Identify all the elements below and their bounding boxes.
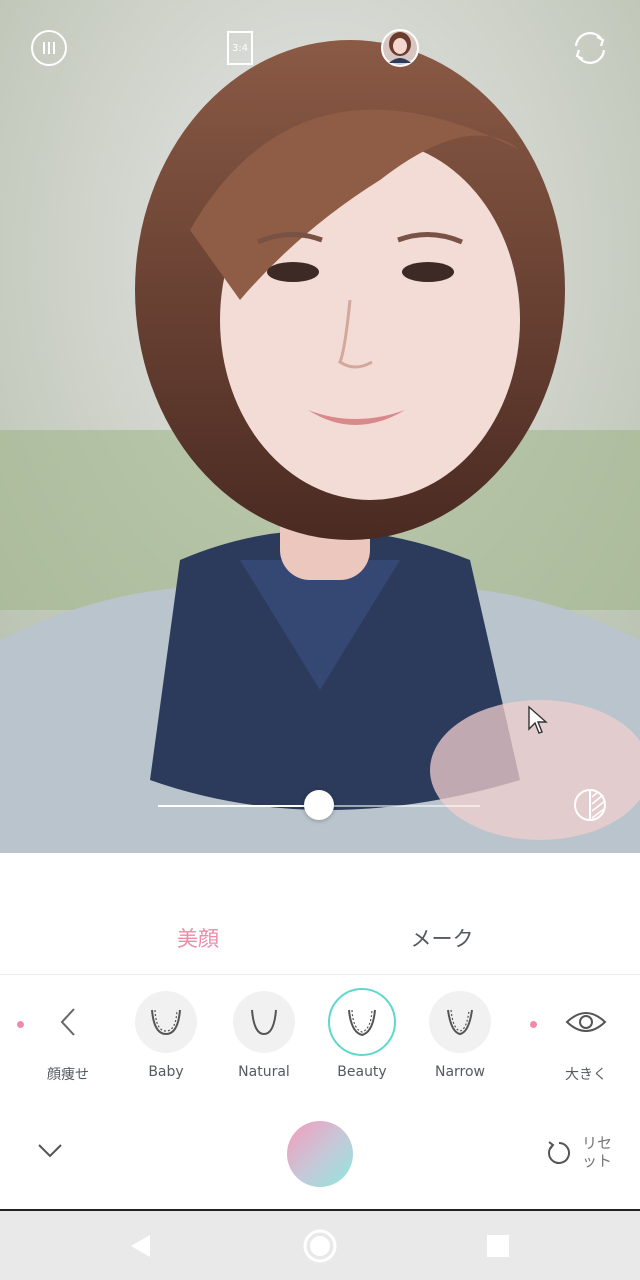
face-option-beauty-label: Beauty	[337, 1064, 387, 1080]
profile-button[interactable]	[380, 28, 420, 68]
aspect-ratio-icon: 3:4	[227, 31, 253, 65]
face-shape-baby-icon	[151, 1009, 181, 1036]
face-option-narrow-label: Narrow	[434, 1064, 486, 1080]
face-shape-natural-icon	[251, 1009, 277, 1036]
aspect-ratio-label: 3:4	[231, 42, 249, 54]
back-icon[interactable]	[128, 1233, 154, 1259]
face-option-beauty[interactable]: Beauty	[320, 988, 404, 1080]
camera-switch-button[interactable]	[570, 28, 610, 68]
face-option-baby[interactable]: Baby	[124, 991, 208, 1080]
camera-switch-icon	[574, 32, 606, 64]
menu-button[interactable]	[29, 28, 69, 68]
profile-avatar-icon	[381, 29, 419, 67]
face-shape-narrow-icon	[447, 1009, 473, 1036]
recents-icon[interactable]	[486, 1234, 510, 1258]
camera-preview[interactable]: 3:4	[0, 0, 640, 853]
mouse-cursor-icon	[528, 705, 548, 734]
intensity-slider-thumb[interactable]	[304, 790, 334, 820]
tab-beauty[interactable]: 美顔	[128, 923, 268, 953]
tab-makeup-label: メーク	[410, 927, 474, 951]
shutter-button[interactable]	[287, 1121, 353, 1187]
reset-label: リセ ット	[582, 1134, 613, 1170]
system-navigation-bar	[0, 1209, 640, 1280]
chevron-down-icon	[38, 1144, 62, 1158]
tab-makeup[interactable]: メーク	[372, 923, 512, 953]
chevron-left-icon	[60, 1008, 75, 1036]
tab-beauty-label: 美顔	[177, 927, 219, 951]
face-option-narrow[interactable]: Narrow	[418, 991, 502, 1080]
face-option-baby-label: Baby	[148, 1064, 184, 1080]
aspect-ratio-button[interactable]: 3:4	[220, 28, 260, 68]
eye-enlarge-label: 大きく	[565, 1067, 607, 1083]
intensity-slider-fill	[158, 805, 319, 807]
face-shape-beauty-icon	[348, 1009, 376, 1037]
face-slim-label: 顔痩せ	[47, 1067, 89, 1083]
reset-icon	[548, 1141, 570, 1164]
eye-icon	[565, 1012, 607, 1032]
right-group-indicator-dot	[530, 1021, 537, 1028]
compare-icon	[574, 789, 606, 821]
face-option-natural-label: Natural	[238, 1064, 290, 1080]
beauty-panel: 美顔 メーク 顔痩せ Baby Natural Beauty Narrow 大き…	[0, 853, 640, 1209]
menu-dots-icon	[31, 30, 67, 66]
intensity-slider[interactable]	[158, 790, 480, 820]
face-option-beauty-selected-ring	[328, 988, 396, 1056]
compare-button[interactable]	[572, 787, 608, 823]
home-icon[interactable]	[302, 1228, 338, 1264]
face-slim-back-button[interactable]: 顔痩せ	[26, 991, 110, 1084]
tab-divider	[0, 974, 640, 975]
eye-enlarge-button[interactable]: 大きく	[544, 991, 628, 1084]
left-group-indicator-dot	[17, 1021, 24, 1028]
collapse-button[interactable]	[34, 1139, 66, 1163]
face-option-natural[interactable]: Natural	[222, 991, 306, 1080]
